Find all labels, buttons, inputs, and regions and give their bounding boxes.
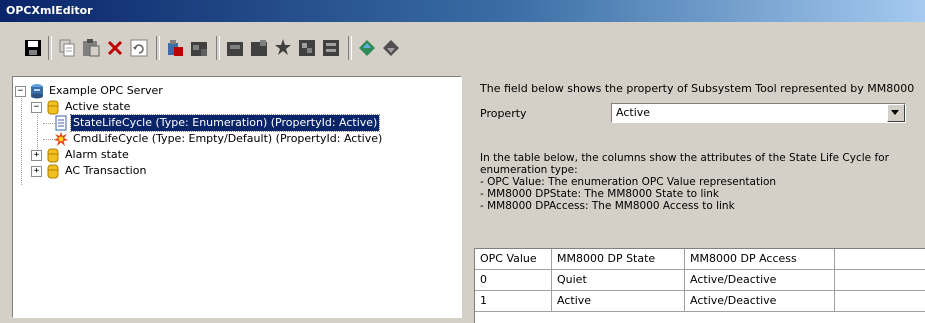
server-icon: [31, 84, 43, 99]
add-server-icon[interactable]: [164, 37, 186, 59]
table-description-line: In the table below, the columns show the…: [480, 152, 889, 164]
add-item-icon[interactable]: [224, 37, 246, 59]
table-cell[interactable]: Active/Deactive: [685, 291, 835, 312]
delete-icon[interactable]: [104, 37, 126, 59]
add-folder-icon[interactable]: [188, 37, 210, 59]
column-header-dp-state[interactable]: MM8000 DP State: [552, 249, 685, 270]
collapse-icon[interactable]: −: [15, 86, 26, 97]
chevron-down-icon: [891, 110, 899, 115]
property-label: Property: [480, 107, 527, 120]
add-list-icon[interactable]: [320, 37, 342, 59]
folder-icon: [47, 100, 59, 115]
burst-icon: [54, 132, 68, 146]
add-star-icon[interactable]: [272, 37, 294, 59]
server-tree[interactable]: − Example OPC Server − Active state Stat…: [12, 76, 462, 318]
column-header-opc-value[interactable]: OPC Value: [475, 249, 552, 270]
copy-icon[interactable]: [56, 37, 78, 59]
expand-icon[interactable]: +: [31, 166, 42, 177]
dropdown-button[interactable]: [887, 104, 905, 122]
toolbar-separator: [348, 36, 352, 60]
tree-node-label: Active state: [65, 100, 131, 113]
table-description-line: - MM8000 DPState: The MM8000 State to li…: [480, 188, 720, 200]
toolbar: [0, 22, 925, 66]
add-enum-icon[interactable]: [296, 37, 318, 59]
property-description: The field below shows the property of Su…: [480, 82, 915, 95]
add-property-icon[interactable]: [248, 37, 270, 59]
window-title: OPCXmlEditor: [6, 4, 93, 17]
undo-icon[interactable]: [128, 37, 150, 59]
column-header-dp-access[interactable]: MM8000 DP Access: [685, 249, 835, 270]
table-description-line: - MM8000 DPAccess: The MM8000 Access to …: [480, 200, 735, 212]
move-up-icon[interactable]: [356, 37, 378, 59]
toolbar-separator: [156, 36, 160, 60]
tree-node-label: CmdLifeCycle (Type: Empty/Default) (Prop…: [73, 132, 383, 145]
enumeration-table[interactable]: OPC Value MM8000 DP State MM8000 DP Acce…: [474, 248, 925, 323]
tree-connector: [37, 111, 38, 149]
property-value: Active: [616, 106, 651, 119]
table-description-line: - OPC Value: The enumeration OPC Value r…: [480, 176, 777, 188]
tree-node-label: StateLifeCycle (Type: Enumeration) (Prop…: [69, 114, 381, 132]
table-cell[interactable]: 1: [475, 291, 552, 312]
table-description-line: enumeration type:: [480, 164, 578, 176]
folder-icon: [47, 148, 59, 163]
table-cell[interactable]: 0: [475, 270, 552, 291]
table-cell[interactable]: Active/Deactive: [685, 270, 835, 291]
collapse-icon[interactable]: −: [31, 102, 42, 113]
details-panel: The field below shows the property of Su…: [470, 76, 925, 323]
folder-icon: [47, 164, 59, 179]
toolbar-separator: [216, 36, 220, 60]
table-cell[interactable]: Quiet: [552, 270, 685, 291]
tree-node-label: AC Transaction: [65, 164, 147, 177]
paste-icon[interactable]: [80, 37, 102, 59]
tree-node-label: Alarm state: [65, 148, 129, 161]
property-dropdown[interactable]: Active: [611, 103, 906, 123]
save-icon[interactable]: [22, 37, 44, 59]
table-cell: [835, 270, 925, 291]
move-down-icon[interactable]: [380, 37, 402, 59]
expand-icon[interactable]: +: [31, 150, 42, 161]
table-description: In the table below, the columns show the…: [480, 152, 925, 212]
tree-connector: [21, 95, 22, 185]
title-bar: OPCXmlEditor: [0, 0, 925, 22]
toolbar-separator: [48, 36, 52, 60]
tree-node-label: Example OPC Server: [49, 84, 163, 97]
document-icon: [55, 115, 67, 131]
table-cell: [835, 291, 925, 312]
column-header-empty: [835, 249, 925, 270]
table-cell[interactable]: Active: [552, 291, 685, 312]
